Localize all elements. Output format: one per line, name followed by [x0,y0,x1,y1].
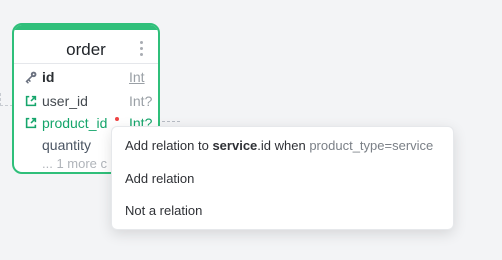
menu-item-add-relation-to-service[interactable]: Add relation to service.id when product_… [125,136,433,156]
menu-item-prefix: Add relation to [125,138,213,153]
more-options-icon[interactable] [136,38,146,58]
menu-item-condition: product_type=service [309,138,434,153]
field-row-user-id[interactable]: user_id Int? [14,91,158,111]
field-name: quantity [42,137,92,153]
field-type: Int? [129,93,153,109]
field-type: Int [129,69,145,85]
external-link-icon [25,117,37,129]
menu-item-add-relation[interactable]: Add relation [125,169,194,189]
menu-item-suffix: .id when [257,138,310,153]
table-header: order [14,25,158,64]
field-name: product_id [42,115,108,131]
external-link-icon [25,95,37,107]
more-fields-label: ... 1 more c [42,156,108,171]
relation-warning-dot [115,117,119,121]
field-name: user_id [42,93,88,109]
menu-item-not-a-relation[interactable]: Not a relation [125,201,202,221]
menu-item-entity: service [212,138,258,153]
relation-context-menu: Add relation to service.id when product_… [111,126,454,230]
field-row-id[interactable]: id Int [14,67,158,87]
field-name: id [42,69,55,85]
canvas-edge-right [162,121,180,122]
key-icon [25,71,37,84]
